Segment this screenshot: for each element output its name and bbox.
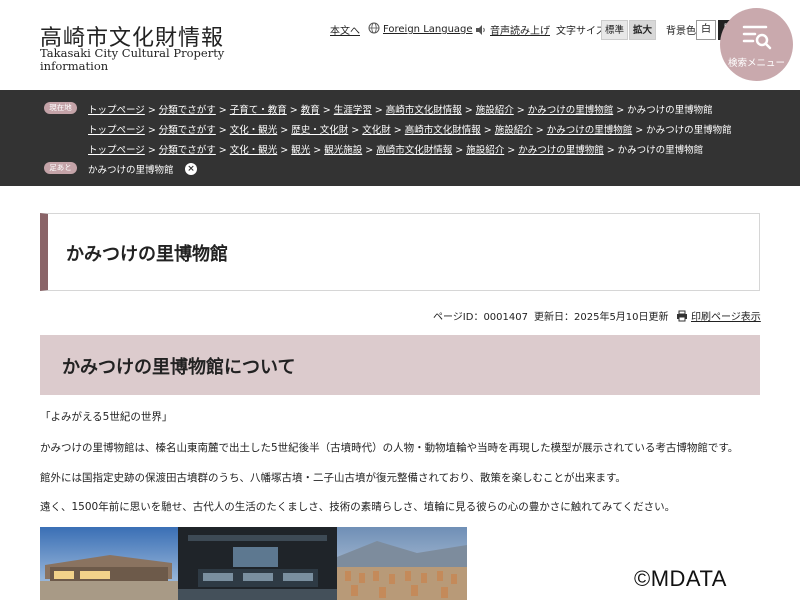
breadcrumb-link[interactable]: 教育	[301, 105, 320, 116]
breadcrumb-link[interactable]: かみつけの里博物館	[518, 145, 604, 156]
body-paragraph: 遠く、1500年前に思いを馳せ、古代人の生活のたくましさ、技術の素晴らしさ、埴輪…	[40, 501, 676, 513]
breadcrumb-link[interactable]: 高崎市文化財情報	[386, 105, 462, 116]
breadcrumb-link[interactable]: 高崎市文化財情報	[376, 145, 452, 156]
print-page-link[interactable]: 印刷ページ表示	[676, 308, 761, 323]
close-icon[interactable]: ×	[185, 163, 197, 175]
breadcrumb-link[interactable]: トップページ	[88, 105, 145, 116]
current-location-tag: 現在地	[44, 102, 77, 114]
body-paragraph: かみつけの里博物館は、榛名山東南麓で出土した5世紀後半（古墳時代）の人物・動物埴…	[40, 442, 739, 454]
breadcrumb-link[interactable]: 施設紹介	[466, 145, 504, 156]
section-heading: かみつけの里博物館について	[62, 357, 296, 378]
updated-date: 更新日：2025年5月10日更新	[534, 312, 669, 323]
page-id: ページID：0001407	[433, 312, 528, 323]
breadcrumb-current: かみつけの里博物館	[617, 145, 704, 156]
bg-color-label: 背景色	[666, 26, 696, 37]
breadcrumb: トップページ > 分類でさがす > 文化・観光 > 歴史・文化財 > 文化財 > 高崎市文化財情報 >…	[88, 125, 732, 136]
breadcrumb: トップページ > 分類でさがす > 子育て・教育 > 教育 > 生涯学習 > 高崎市文化財情報 > 施設…	[88, 105, 713, 116]
foreign-language-link[interactable]: Foreign Language	[368, 22, 473, 35]
bg-white-button[interactable]: 白	[696, 20, 716, 40]
site-logo-subtitle: Takasaki City Cultural Property informat…	[40, 46, 225, 73]
breadcrumb-link[interactable]: 分類でさがす	[159, 125, 216, 136]
breadcrumb-link[interactable]: 分類でさがす	[159, 105, 216, 116]
breadcrumb-link[interactable]: 文化・観光	[230, 145, 278, 156]
body-paragraph: 「よみがえる5世紀の世界」	[40, 411, 173, 423]
body-paragraph: 館外には国指定史跡の保渡田古墳群のうち、八幡塚古墳・二子山古墳が復元整備されてお…	[40, 472, 626, 484]
breadcrumb-link[interactable]: 施設紹介	[476, 105, 514, 116]
foreign-language-label: Foreign Language	[383, 24, 473, 35]
breadcrumb-link[interactable]: トップページ	[88, 145, 145, 156]
skip-to-content-link[interactable]: 本文へ	[330, 22, 360, 37]
globe-icon	[368, 22, 380, 34]
footprint-item[interactable]: かみつけの里博物館	[88, 162, 174, 176]
breadcrumb: トップページ > 分類でさがす > 文化・観光 > 観光 > 観光施設 > 高崎市文化財情報 > 施設紹…	[88, 145, 704, 156]
breadcrumb-link[interactable]: 分類でさがす	[159, 145, 216, 156]
search-menu-icon	[742, 25, 772, 50]
breadcrumb-link[interactable]: 高崎市文化財情報	[405, 125, 481, 136]
breadcrumb-link[interactable]: 観光	[291, 145, 310, 156]
breadcrumb-current: かみつけの里博物館	[627, 105, 713, 116]
breadcrumb-link[interactable]: 歴史・文化財	[291, 125, 348, 136]
breadcrumb-area: 現在地 トップページ > 分類でさがす > 子育て・教育 > 教育 > 生涯学習 > 高崎市文化財情…	[0, 90, 800, 186]
font-size-large-button[interactable]: 拡大	[629, 20, 656, 40]
breadcrumb-link[interactable]: トップページ	[88, 125, 145, 136]
breadcrumb-link[interactable]: 生涯学習	[334, 105, 372, 116]
font-size-standard-button[interactable]: 標準	[601, 20, 628, 40]
breadcrumb-link[interactable]: かみつけの里博物館	[528, 105, 614, 116]
breadcrumb-link[interactable]: 観光施設	[324, 145, 362, 156]
breadcrumb-link[interactable]: 文化財	[362, 125, 391, 136]
museum-exterior-photo	[40, 527, 178, 600]
speaker-icon	[476, 25, 485, 35]
breadcrumb-link[interactable]: 子育て・教育	[230, 105, 287, 116]
exhibition-hall-photo	[178, 527, 337, 600]
breadcrumb-current: かみつけの里博物館	[646, 125, 732, 136]
breadcrumb-link[interactable]: かみつけの里博物館	[547, 125, 633, 136]
search-menu-button[interactable]: 検索メニュー	[720, 8, 793, 81]
font-size-label: 文字サイズ	[556, 26, 606, 37]
breadcrumb-link[interactable]: 施設紹介	[495, 125, 533, 136]
page-title-box: かみつけの里博物館	[40, 213, 760, 291]
site-header: 高崎市文化財情報 Takasaki City Cultural Property…	[0, 0, 800, 90]
watermark: ©MDATA	[634, 566, 727, 591]
read-aloud-label: 音声読み上げ	[490, 26, 550, 37]
search-menu-label: 検索メニュー	[727, 58, 785, 69]
haniwa-display-photo	[337, 527, 467, 600]
page-title: かみつけの里博物館	[66, 244, 228, 265]
breadcrumb-link[interactable]: 文化・観光	[230, 125, 278, 136]
footprint-tag: 足あと	[44, 162, 77, 174]
printer-icon	[677, 310, 687, 322]
section-heading-band: かみつけの里博物館について	[40, 335, 760, 395]
print-page-label: 印刷ページ表示	[691, 312, 761, 323]
read-aloud-link[interactable]: 音声読み上げ	[475, 22, 550, 37]
